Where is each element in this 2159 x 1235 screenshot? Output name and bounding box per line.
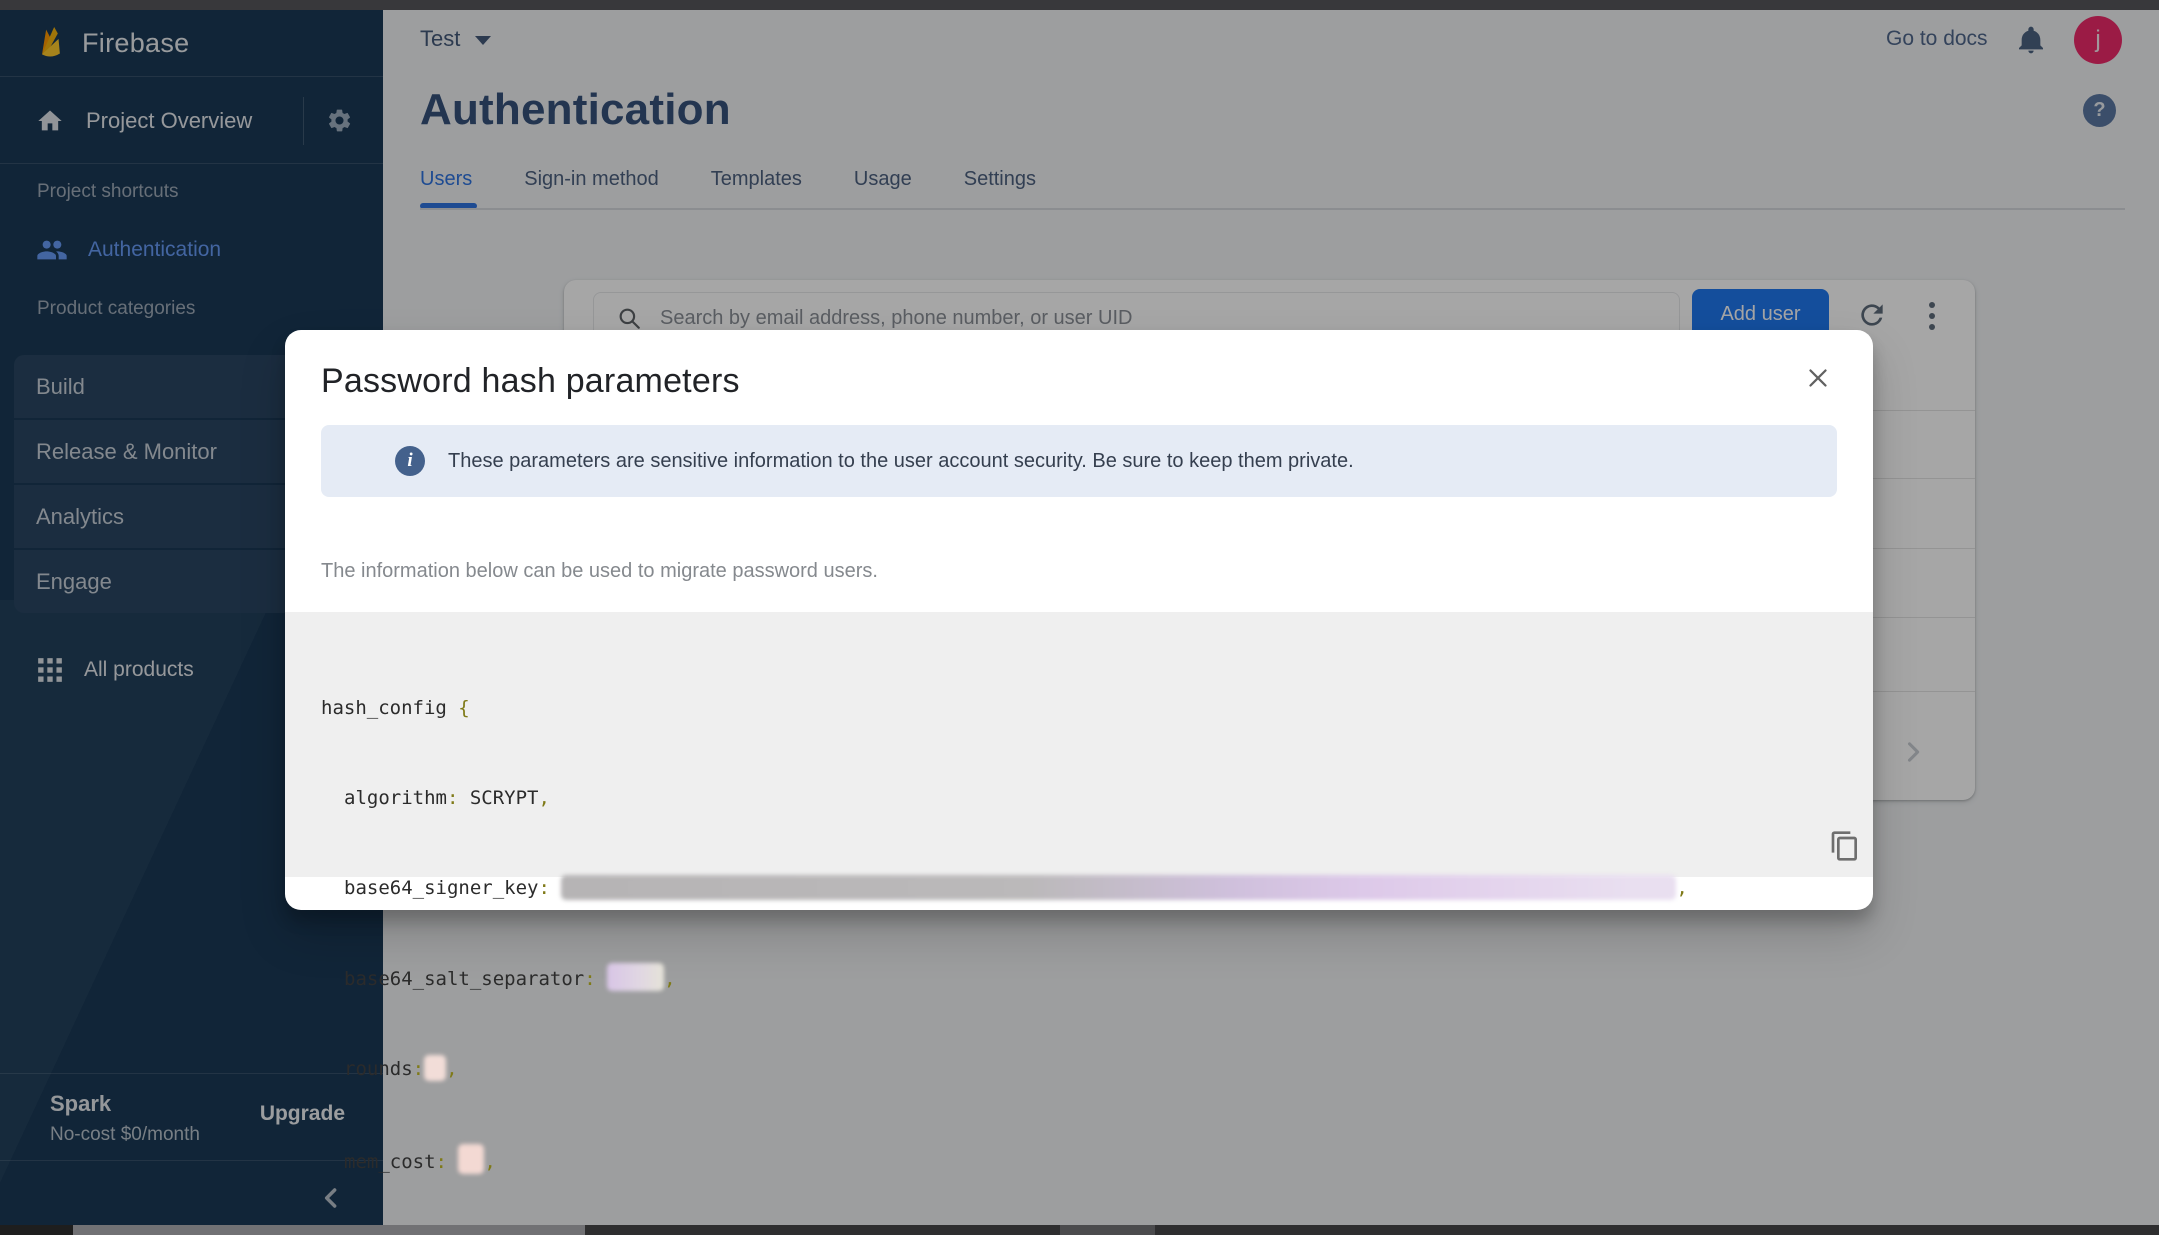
code-line: base64_salt_separator: , <box>321 963 1688 994</box>
code-content: hash_config { algorithm: SCRYPT, base64_… <box>321 633 1688 1235</box>
close-icon <box>1803 363 1833 393</box>
copy-code-button[interactable] <box>1829 830 1861 862</box>
banner-text: These parameters are sensitive informati… <box>448 425 1354 497</box>
scrollbar-cap <box>0 1225 73 1235</box>
code-line: algorithm: SCRYPT, <box>321 783 1688 813</box>
code-line: base64_signer_key: , <box>321 873 1688 903</box>
sensitive-info-banner: i These parameters are sensitive informa… <box>321 425 1837 497</box>
code-line: hash_config { <box>321 693 1688 723</box>
top-edge-strip <box>0 0 2159 10</box>
app-root: Firebase Project Overview Project shortc… <box>0 0 2159 1235</box>
redacted-signer-key <box>561 875 1676 900</box>
redacted-mem-cost <box>458 1144 484 1174</box>
redacted-salt-separator <box>607 963 664 991</box>
code-line: rounds:, <box>321 1054 1688 1084</box>
code-line: mem_cost: , <box>321 1144 1688 1177</box>
info-icon: i <box>395 446 425 476</box>
hash-config-code-block: hash_config { algorithm: SCRYPT, base64_… <box>285 612 1873 877</box>
close-dialog-button[interactable] <box>1803 363 1833 393</box>
copy-icon <box>1829 830 1861 862</box>
redacted-rounds <box>424 1055 446 1081</box>
password-hash-parameters-dialog: Password hash parameters i These paramet… <box>285 330 1873 910</box>
dialog-title: Password hash parameters <box>321 362 740 401</box>
dialog-body-text: The information below can be used to mig… <box>321 560 878 583</box>
